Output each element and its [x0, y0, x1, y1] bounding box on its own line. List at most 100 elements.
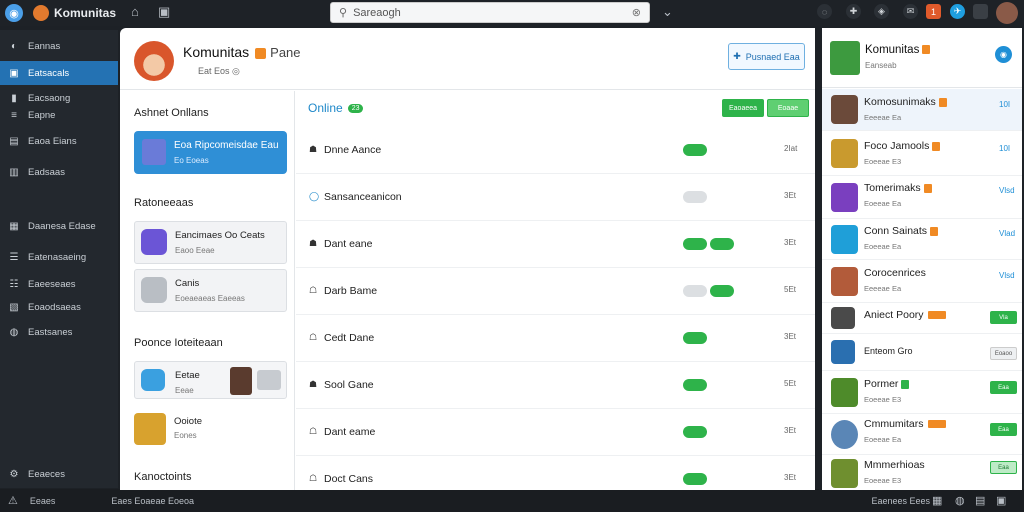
status-pill[interactable]	[683, 238, 707, 250]
sidebar-item-6[interactable]: ▦ Daanesa Edase	[0, 214, 118, 238]
section-title: Ratoneeaas	[134, 197, 194, 209]
status-pill[interactable]	[683, 144, 707, 156]
sidebar-item-label: Eatenasaeing	[28, 251, 87, 263]
mail-icon[interactable]: ✉	[903, 4, 918, 19]
list-item[interactable]: Corocenrices Eeeeae Ea Vlsd	[822, 261, 1022, 303]
status-pill[interactable]	[683, 332, 707, 344]
top-bar: ◉ Komunitas ⌂ ▣ ⚲ Sareaogh ⊗ ⌄ ◌ ✚ ◈ ✉ 1…	[0, 0, 1024, 26]
sidebar-item-0[interactable]: ◐ Eannas	[0, 34, 118, 58]
status-pill[interactable]	[683, 191, 707, 203]
sidebar-item-5[interactable]: ▥ Eadsaas	[0, 160, 118, 184]
game-avatar-icon	[134, 413, 166, 445]
chat-bubble-icon[interactable]: ✈	[950, 4, 965, 19]
sidebar-item-label: Eacsaong	[28, 92, 71, 104]
post-button[interactable]: ✚ Pusnaed Eaa	[728, 43, 805, 70]
sidebar-item-4[interactable]: ▤ Eaoa Eians	[0, 129, 118, 153]
window-icon[interactable]: ▣	[158, 4, 170, 20]
sidebar-item-11[interactable]: ⚙ Eeaeces	[0, 462, 118, 486]
community-icon	[831, 378, 858, 407]
chart-icon: ▧	[9, 301, 19, 313]
info-icon[interactable]: ◎	[232, 66, 240, 76]
apps-icon[interactable]: ▣	[996, 494, 1006, 507]
grid-icon[interactable]: ▦	[932, 494, 942, 507]
status-pill[interactable]	[683, 379, 707, 391]
sort-button[interactable]: Eoaae	[767, 99, 809, 117]
profile-thumb[interactable]	[973, 4, 988, 19]
item-title-text: Aniect Poory	[864, 309, 924, 321]
filter-button[interactable]: Eaoaeea	[722, 99, 764, 117]
sidebar-item-7[interactable]: ☰ Eatenasaeing	[0, 245, 118, 269]
table-row[interactable]: ☗ Sool Gane 5Et	[296, 363, 815, 409]
post-button-label: Pusnaed Eaa	[745, 51, 800, 62]
table-row[interactable]: ☗ Dant eane 3Et	[296, 222, 815, 268]
item-value: 10I	[999, 100, 1011, 109]
list-item[interactable]: Aniect Poory Vla	[822, 304, 1022, 334]
status-pill[interactable]	[710, 238, 734, 250]
add-button[interactable]: ◉	[995, 46, 1012, 63]
table-row[interactable]: ☖ Dant eame 3Et	[296, 410, 815, 456]
table-row[interactable]: ☖ Cedt Dane 3Et	[296, 316, 815, 362]
item-subtitle: Eones	[174, 431, 197, 440]
action-icon[interactable]	[257, 370, 281, 390]
refresh-icon[interactable]: ◌	[817, 4, 832, 19]
gamepad-icon[interactable]: ✚	[846, 4, 861, 19]
sidebar-item-10[interactable]: ◍ Eastsanes	[0, 320, 118, 344]
list-item[interactable]: Canis Eoeaeaeas Eaeeas	[134, 269, 287, 312]
list-item[interactable]: Mmmerhioas Eoeeae E3 Eaa	[822, 456, 1022, 490]
people-icon: ☷	[9, 278, 19, 290]
list-item[interactable]: Conn Sainats Eoeeae Ea Vlad	[822, 220, 1022, 260]
status-pill[interactable]: Vla	[990, 311, 1017, 324]
search-input[interactable]: ⚲ Sareaogh ⊗	[330, 2, 650, 23]
sidebar-item-8[interactable]: ☷ Eaeeseaes	[0, 272, 118, 296]
bottom-center-label: Eaes Eoaeae Eoeoa	[111, 495, 194, 506]
user-icon: ☗	[309, 379, 318, 389]
home-icon[interactable]: ⌂	[131, 4, 139, 19]
user-avatar[interactable]	[33, 5, 49, 21]
item-subtitle: Eoeeae Ea	[864, 199, 902, 208]
sidebar-item-1[interactable]: ▣ Eatsacals	[0, 61, 118, 85]
notification-count: 1	[930, 6, 936, 17]
item-title-text: Conn Sainats	[864, 225, 928, 237]
list-item[interactable]: Tomerimaks Eoeeae Ea Vlsd	[822, 177, 1022, 219]
list-item[interactable]: Ooiote Eones	[134, 409, 287, 447]
settings-icon[interactable]: ◍	[955, 494, 965, 507]
status-pill[interactable]	[710, 285, 734, 297]
table-row[interactable]: ◯ Sansanceanicon 3Et	[296, 175, 815, 221]
status-pill[interactable]: Eaa	[990, 423, 1017, 436]
list-item[interactable]: Pormer Eoeeae E3 Eaa	[822, 372, 1022, 414]
list-item[interactable]: Eancimaes Oo Ceats Eaoo Eeae	[134, 221, 287, 264]
table-row[interactable]: ☖ Doct Cans 3Et	[296, 457, 815, 503]
user-icon: ☖	[309, 426, 318, 436]
layout-icon[interactable]: ▤	[975, 494, 985, 507]
list-item[interactable]: Eetae Eeae	[134, 361, 287, 399]
status-pill[interactable]	[683, 426, 707, 438]
community-panel: Komunitas Eanseab ◉ Komosunimaks Eeeeae …	[819, 28, 1022, 490]
item-value: Vlsd	[999, 271, 1015, 280]
list-item[interactable]: Foco Jamools Eoeeae E3 10I	[822, 132, 1022, 176]
status-pill[interactable]: Eaa	[990, 461, 1017, 474]
clear-icon[interactable]: ⊗	[632, 6, 641, 19]
sidebar-item-label: Eoaodsaeas	[28, 301, 81, 313]
table-row[interactable]: ☖ Darb Bame 5Et	[296, 269, 815, 315]
chevron-down-icon[interactable]: ⌄	[662, 4, 673, 20]
notification-icon[interactable]: 1	[926, 4, 941, 19]
app-logo-icon[interactable]: ◉	[5, 4, 23, 22]
shield-icon[interactable]: ◈	[874, 4, 889, 19]
profile-avatar[interactable]	[134, 41, 174, 81]
sidebar-item-9[interactable]: ▧ Eoaodsaeas	[0, 295, 118, 319]
list-item[interactable]: Enteom Gro Eoaoo	[822, 335, 1022, 371]
sidebar-item-3[interactable]: ≡ Eapne	[0, 103, 118, 127]
gear-icon: ⚙	[9, 468, 19, 480]
table-row[interactable]: ☗ Dnne Aance 2Iat	[296, 128, 815, 174]
status-pill[interactable]	[683, 473, 707, 485]
featured-card[interactable]: Eoa Ripcomeisdae Eau Eo Eoeas	[134, 131, 287, 174]
list-item[interactable]: Komosunimaks Eeeeae Ea 10I	[822, 89, 1022, 131]
status-pill[interactable]: Eoaoo	[990, 347, 1017, 360]
status-pill[interactable]	[683, 285, 707, 297]
book-icon: ▮	[11, 92, 17, 104]
list-item[interactable]: Cmmumitars Eoeeae Ea Eaa	[822, 415, 1022, 455]
warning-icon[interactable]: ⚠	[8, 494, 18, 507]
sidebar-item-label: Eannas	[28, 40, 61, 52]
account-avatar[interactable]	[996, 2, 1018, 24]
status-pill[interactable]: Eaa	[990, 381, 1017, 394]
